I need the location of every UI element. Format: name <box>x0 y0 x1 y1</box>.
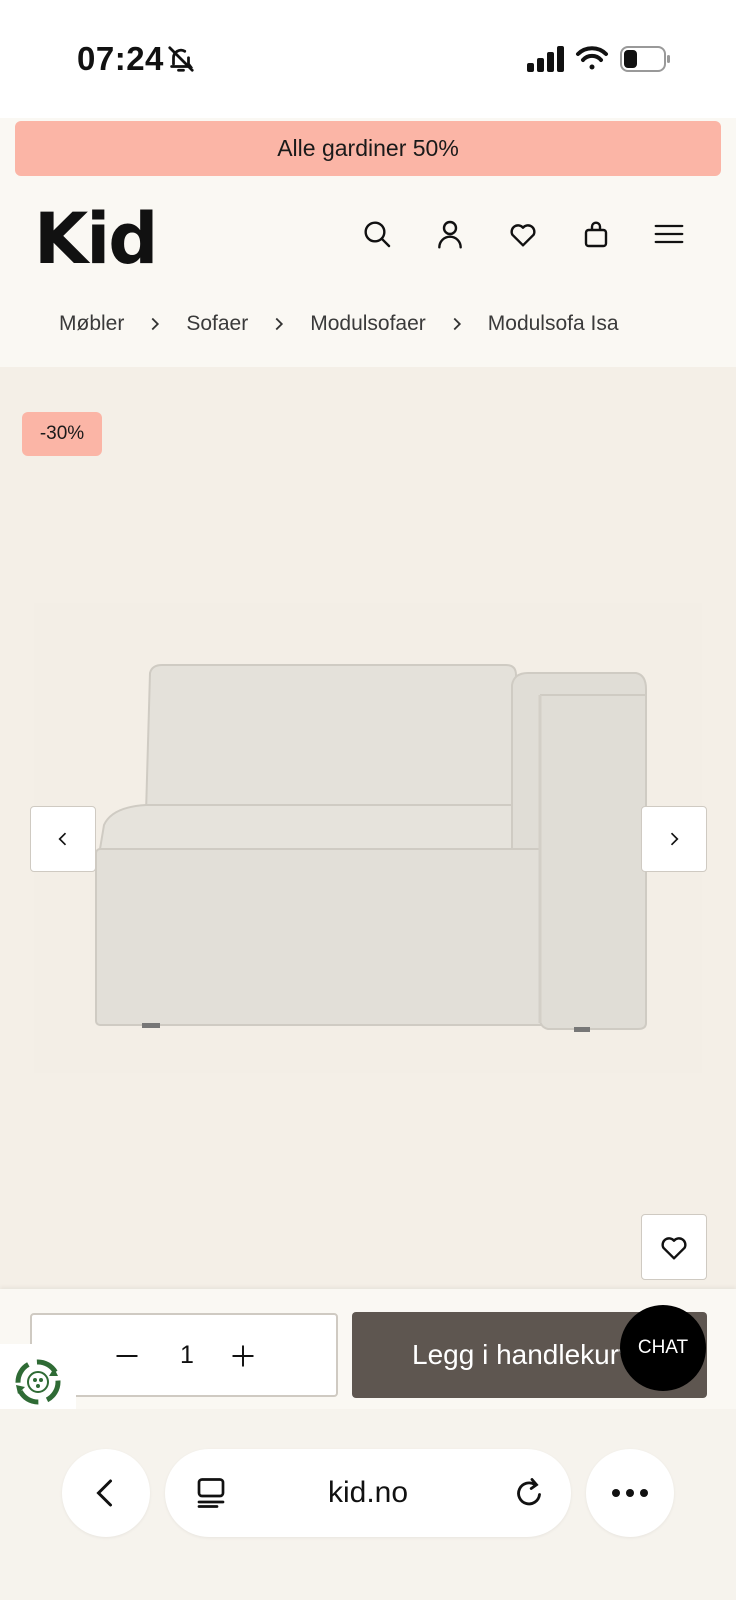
chevron-right-icon <box>670 832 679 846</box>
more-icon <box>612 1489 648 1497</box>
browser-more-button[interactable] <box>586 1449 674 1537</box>
site-header: Kid Møbler Sofaer Modulsofaer Modulsofa … <box>0 176 736 366</box>
battery-icon <box>620 46 670 72</box>
browser-back-button[interactable] <box>62 1449 150 1537</box>
chevron-right-icon <box>275 317 284 331</box>
chevron-left-icon <box>58 832 67 846</box>
discount-badge: -30% <box>22 412 102 456</box>
minus-icon[interactable] <box>114 1343 140 1369</box>
breadcrumb: Møbler Sofaer Modulsofaer Modulsofa Isa <box>59 312 619 336</box>
add-to-wishlist-button[interactable] <box>641 1214 707 1280</box>
search-icon[interactable] <box>359 216 395 252</box>
recycle-icon <box>15 1359 61 1405</box>
breadcrumb-item-current: Modulsofa Isa <box>487 312 619 335</box>
chevron-right-icon <box>151 317 160 331</box>
breadcrumb-item-modulsofaer[interactable]: Modulsofaer <box>310 312 426 336</box>
chat-button[interactable]: CHAT <box>620 1305 706 1391</box>
heart-icon[interactable] <box>505 216 541 252</box>
signal-icon <box>527 46 564 72</box>
bell-off-icon <box>168 46 194 72</box>
gallery-next-button[interactable] <box>641 806 707 872</box>
user-icon[interactable] <box>432 216 468 252</box>
plus-icon[interactable] <box>230 1343 256 1369</box>
breadcrumb-item-mobler[interactable]: Møbler <box>59 312 124 336</box>
heart-icon <box>661 1237 687 1260</box>
promo-banner[interactable]: Alle gardiner 50% <box>15 121 721 176</box>
menu-icon[interactable] <box>651 216 687 252</box>
wifi-icon <box>576 46 608 70</box>
browser-toolbar: kid.no <box>0 1409 736 1600</box>
kid-logo[interactable]: Kid <box>34 198 158 280</box>
sofa-module-image <box>34 603 702 1073</box>
address-bar[interactable]: kid.no <box>165 1449 571 1537</box>
chevron-left-icon <box>96 1479 112 1507</box>
quantity-value[interactable]: 1 <box>162 1315 212 1395</box>
bag-icon[interactable] <box>578 216 614 252</box>
status-time: 07:24 <box>77 40 164 77</box>
chevron-right-icon <box>453 317 461 331</box>
status-bar: 07:24 <box>0 0 736 118</box>
reload-icon[interactable] <box>511 1475 547 1511</box>
product-gallery: -30% <box>0 367 736 1289</box>
breadcrumb-item-sofaer[interactable]: Sofaer <box>186 312 248 336</box>
quantity-stepper: 1 <box>30 1313 338 1397</box>
gallery-prev-button[interactable] <box>30 806 96 872</box>
